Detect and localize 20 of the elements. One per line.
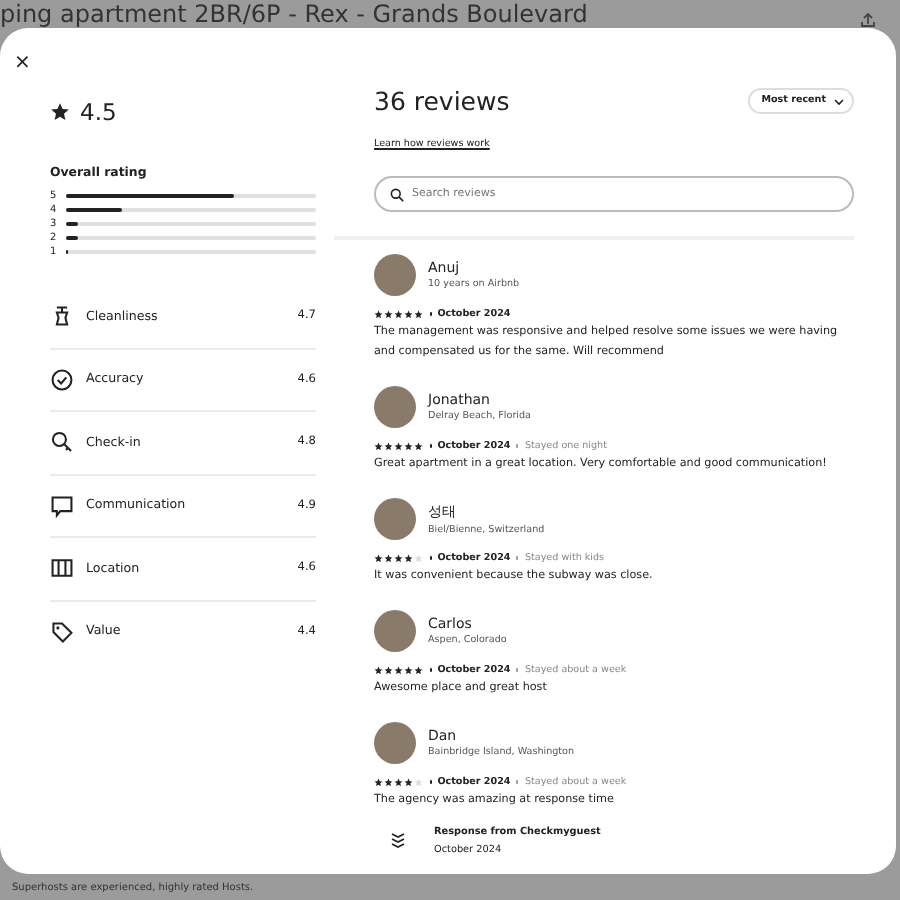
avatar-placeholder <box>374 721 416 763</box>
avatar-placeholder <box>374 497 416 539</box>
share-icon[interactable] <box>860 12 876 28</box>
cleanliness-icon <box>50 304 74 329</box>
search-icon <box>390 187 404 201</box>
chevron-down-icon <box>834 97 844 105</box>
checkin-icon <box>50 430 74 455</box>
accuracy-icon <box>50 367 74 392</box>
close-button[interactable]: × <box>14 54 31 74</box>
communication-icon <box>50 493 74 518</box>
location-icon <box>50 556 74 581</box>
overall-rating-score: 4.5 <box>80 98 117 126</box>
star-icon <box>50 102 70 122</box>
reviews-count-heading: 36 reviews <box>374 86 510 116</box>
host-logo-icon <box>390 832 406 848</box>
avatar-placeholder <box>374 609 416 651</box>
listing-title: ping apartment 2BR/6P - Rex - Grands Boulevard <box>0 0 588 28</box>
value-icon <box>50 619 74 644</box>
avatar-placeholder <box>374 253 416 295</box>
avatar-placeholder <box>374 385 416 427</box>
